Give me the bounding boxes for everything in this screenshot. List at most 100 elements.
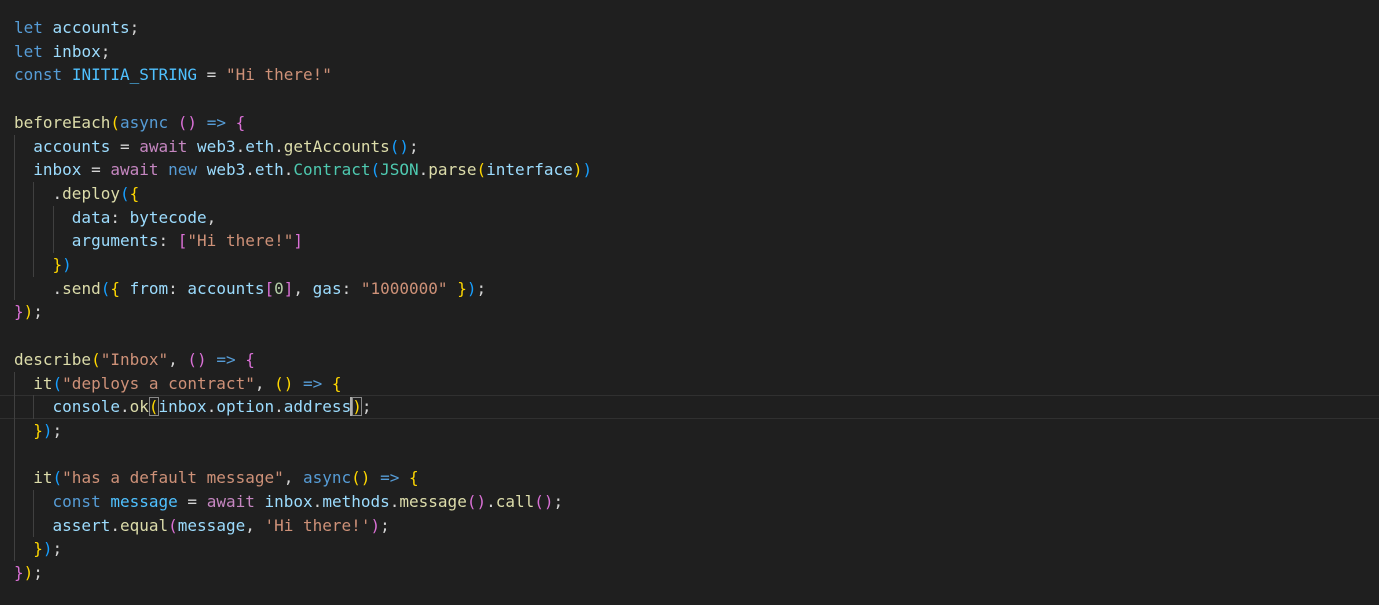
code-text: console.ok(inbox.option.address); bbox=[14, 395, 371, 419]
code-token: ( bbox=[52, 373, 63, 393]
code-token: () bbox=[534, 492, 554, 511]
code-token: , bbox=[293, 278, 313, 298]
code-token: { bbox=[129, 183, 140, 203]
code-token: interface bbox=[486, 160, 573, 180]
code-line[interactable]: let inbox; bbox=[0, 40, 1379, 64]
code-line[interactable]: }) bbox=[0, 253, 1379, 277]
code-token: () bbox=[351, 468, 371, 488]
code-line[interactable]: }); bbox=[0, 418, 1379, 443]
code-token: , bbox=[283, 468, 303, 488]
code-token: let bbox=[14, 41, 43, 61]
code-line[interactable]: .deploy({ bbox=[0, 181, 1379, 206]
code-token: console bbox=[52, 397, 120, 417]
code-token: ) bbox=[62, 255, 72, 274]
code-editor[interactable]: let accounts; let inbox; const INITIA_STRI… bbox=[0, 0, 1379, 605]
code-token: ( bbox=[119, 183, 130, 203]
code-token: INITIA_STRING bbox=[71, 65, 198, 85]
code-token: from bbox=[129, 278, 169, 298]
code-token: ( bbox=[52, 468, 63, 488]
code-token: message bbox=[110, 492, 178, 511]
code-token: => bbox=[303, 373, 323, 393]
code-token: parse bbox=[428, 160, 477, 180]
code-token: . bbox=[389, 492, 400, 511]
code-token: . bbox=[110, 515, 120, 535]
code-token: Contract bbox=[293, 160, 371, 180]
code-token: "Inbox" bbox=[100, 349, 169, 369]
code-line[interactable]: arguments: ["Hi there!"] bbox=[0, 229, 1379, 253]
code-token: 0 bbox=[274, 278, 284, 298]
code-line[interactable]: assert.equal(message, 'Hi there!'); bbox=[0, 513, 1379, 538]
code-token: ok bbox=[129, 397, 149, 417]
code-line[interactable]: it("has a default message", async() => { bbox=[0, 466, 1379, 490]
code-token: ) bbox=[23, 563, 34, 583]
code-token: } bbox=[14, 563, 24, 583]
code-token: 'Hi there!' bbox=[264, 515, 371, 535]
code-token: ( bbox=[91, 349, 101, 369]
code-line[interactable]: accounts = await web3.eth.getAccounts(); bbox=[0, 134, 1379, 159]
code-token: getAccounts bbox=[283, 136, 390, 156]
code-line[interactable]: it("deploys a contract", () => { bbox=[0, 371, 1379, 396]
code-text: }); bbox=[14, 537, 62, 561]
code-token: { bbox=[331, 373, 342, 393]
code-text: data: bytecode, bbox=[14, 206, 217, 230]
code-line[interactable]: }); bbox=[0, 537, 1379, 562]
code-token: await bbox=[139, 136, 188, 156]
code-token: , bbox=[254, 373, 275, 393]
code-token: "Hi there!" bbox=[225, 65, 332, 85]
code-line[interactable]: const message = await inbox.methods.mess… bbox=[0, 490, 1379, 514]
code-line[interactable] bbox=[0, 87, 1379, 111]
code-token: () bbox=[187, 349, 207, 369]
code-line[interactable]: describe("Inbox", () => { bbox=[0, 348, 1379, 372]
code-token: arguments bbox=[71, 231, 159, 251]
code-line[interactable]: }); bbox=[0, 561, 1379, 585]
indent-guide bbox=[14, 442, 15, 467]
code-token: await bbox=[110, 160, 159, 180]
code-line[interactable] bbox=[0, 442, 1379, 467]
code-token: ] bbox=[283, 278, 294, 298]
code-token: = bbox=[197, 65, 226, 85]
code-token: } bbox=[457, 278, 467, 298]
code-token: . bbox=[486, 492, 496, 511]
code-text: accounts = await web3.eth.getAccounts(); bbox=[14, 135, 419, 159]
code-text: arguments: ["Hi there!"] bbox=[14, 229, 303, 253]
code-token: gas bbox=[312, 278, 342, 298]
code-token: . bbox=[119, 397, 130, 417]
code-token: ; bbox=[409, 136, 419, 156]
code-token: "deploys a contract" bbox=[62, 373, 255, 393]
code-line[interactable]: beforeEach(async () => { bbox=[0, 111, 1379, 135]
code-token: "1000000" bbox=[360, 278, 448, 298]
code-text: inbox = await new web3.eth.Contract(JSON… bbox=[14, 158, 592, 182]
code-token: assert bbox=[52, 515, 111, 535]
code-token: methods bbox=[322, 492, 390, 511]
code-line[interactable]: const INITIA_STRING = "Hi there!" bbox=[0, 63, 1379, 87]
code-line[interactable] bbox=[0, 324, 1379, 348]
code-token: => bbox=[206, 112, 226, 132]
code-token: accounts bbox=[187, 278, 265, 298]
code-line[interactable]: console.ok(inbox.option.address); bbox=[0, 395, 1379, 419]
code-text: }); bbox=[14, 561, 43, 585]
code-token: . bbox=[14, 278, 63, 298]
code-token: inbox bbox=[33, 160, 82, 180]
code-token: [ bbox=[177, 231, 188, 251]
code-line[interactable]: }); bbox=[0, 300, 1379, 324]
code-line[interactable]: inbox = await new web3.eth.Contract(JSON… bbox=[0, 158, 1379, 182]
code-line[interactable]: let accounts; bbox=[0, 16, 1379, 40]
code-token: accounts bbox=[52, 18, 130, 37]
code-token: } bbox=[52, 255, 63, 274]
code-token: () bbox=[466, 492, 487, 511]
code-line[interactable]: data: bytecode, bbox=[0, 205, 1379, 230]
code-token: [ bbox=[264, 278, 275, 298]
code-token: async bbox=[303, 468, 352, 488]
code-line[interactable]: .send({ from: accounts[0], gas: "1000000… bbox=[0, 276, 1379, 301]
